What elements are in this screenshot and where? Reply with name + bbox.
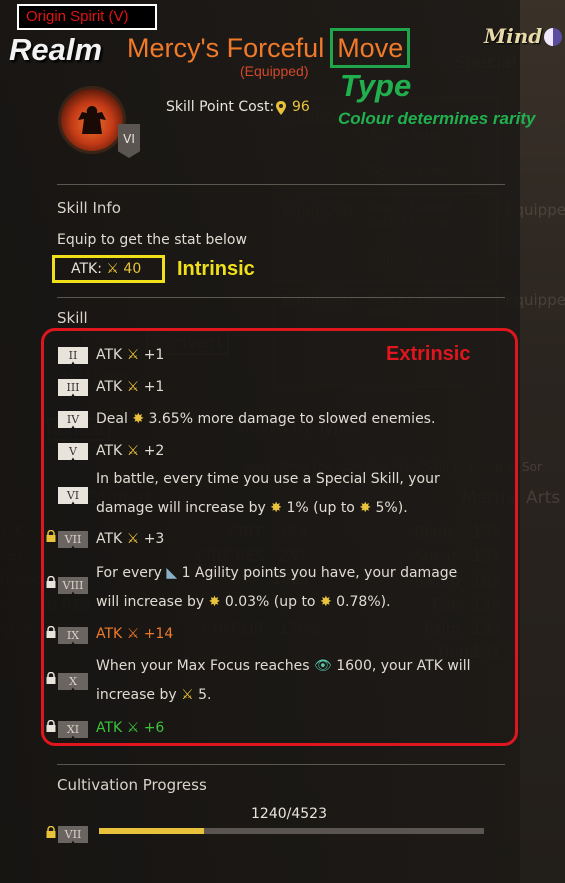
effect-stat: ATK <box>96 347 123 363</box>
effect-stat: ATK <box>96 443 123 459</box>
eye-icon: 👁 <box>313 658 332 674</box>
divider <box>57 297 505 298</box>
lock-icon <box>46 530 56 542</box>
crossed-swords-icon: ⚔ <box>126 379 140 395</box>
effect-text: damage will increase by <box>96 500 266 516</box>
effect-text: 5. <box>198 687 212 703</box>
rarity-annotation: Colour determines rarity <box>338 109 536 128</box>
skill-section-title: Skill <box>57 309 88 327</box>
skill-name: Mercy's Forceful <box>127 33 325 63</box>
effect-stat: ATK <box>96 626 123 642</box>
effect-text: 1% (up to <box>286 500 355 516</box>
atk-label: ATK: <box>71 261 102 277</box>
effect-stat: ATK <box>96 531 123 547</box>
skill-title: Mercy's Forceful Move <box>127 28 411 68</box>
effect-stat: ATK <box>96 720 123 736</box>
burst-icon: ✸ <box>132 411 145 427</box>
effect-text: In battle, every time you use a Special … <box>96 471 440 487</box>
lock-icon <box>46 576 56 588</box>
atk-value: 40 <box>123 261 142 277</box>
skill-type: Move <box>330 28 411 68</box>
crossed-swords-icon: ⚔ <box>126 443 140 459</box>
skill-emblem-icon[interactable] <box>58 86 126 154</box>
lock-icon <box>46 626 56 638</box>
divider <box>57 764 505 765</box>
effect-text: 0.03% (up to <box>224 594 316 610</box>
skill-effect-row: ATK ⚔ +14 <box>96 620 496 649</box>
skill-effect-row: ATK ⚔ +6 <box>96 714 496 743</box>
crossed-swords-icon: ⚔ <box>126 531 140 547</box>
skill-effect-row: ATK ⚔ +1 <box>96 373 496 402</box>
effect-text: For every <box>96 565 162 581</box>
intrinsic-annotation: Intrinsic <box>177 258 255 280</box>
skill-rank-tab: VI <box>118 124 140 158</box>
lock-icon <box>46 672 56 684</box>
equip-hint: Equip to get the stat below <box>57 232 247 248</box>
effect-text: Deal <box>96 411 128 427</box>
mind-logo: Mind <box>484 24 563 48</box>
skill-effect-row: In battle, every time you use a Special … <box>96 465 496 523</box>
effect-line-2: damage will increase by ✸ 1% (up to ✸ 5%… <box>96 494 496 523</box>
origin-spirit-tag: Origin Spirit (V) <box>17 4 157 30</box>
type-annotation: Type <box>340 68 412 103</box>
cultivation-progress-bar <box>99 828 484 834</box>
effect-text: increase by <box>96 687 177 703</box>
effect-value: +2 <box>143 443 165 459</box>
effect-text: When your Max Focus reaches <box>96 658 310 674</box>
effect-line-1: When your Max Focus reaches 👁 1600, your… <box>96 652 496 681</box>
intrinsic-atk-stat: ATK: ⚔ 40 <box>52 255 165 283</box>
logo-text: Mind <box>484 24 543 48</box>
effect-line-2: will increase by ✸ 0.03% (up to ✸ 0.78%)… <box>96 588 496 617</box>
effect-line-2: increase by ⚔ 5. <box>96 681 496 710</box>
lock-icon <box>46 826 56 838</box>
cultivation-progress-fill <box>99 828 205 834</box>
effect-text: 3.65% more damage to slowed enemies. <box>148 411 436 427</box>
lock-icon <box>46 720 56 732</box>
effect-text: will increase by <box>96 594 205 610</box>
figure-silhouette-icon <box>78 106 106 134</box>
effect-value: +3 <box>143 531 165 547</box>
effect-text: 5%). <box>375 500 408 516</box>
yin-yang-icon <box>544 28 563 46</box>
crossed-swords-icon: ⚔ <box>126 626 140 642</box>
burst-icon: ✸ <box>208 594 221 610</box>
cultivation-title: Cultivation Progress <box>57 776 207 794</box>
skill-effect-row: When your Max Focus reaches 👁 1600, your… <box>96 652 496 710</box>
skill-info-title: Skill Info <box>57 199 121 217</box>
divider <box>57 184 505 185</box>
equipped-status: (Equipped) <box>240 63 309 79</box>
realm-annotation: Realm <box>9 32 103 67</box>
crossed-swords-icon: ⚔ <box>126 720 140 736</box>
effect-text: 1600, your ATK will <box>336 658 471 674</box>
skill-point-icon <box>276 101 286 115</box>
skill-effect-row: For every ◣ 1 Agility points you have, y… <box>96 559 496 617</box>
skill-effect-row: Deal ✸ 3.65% more damage to slowed enemi… <box>96 405 496 434</box>
burst-icon: ✸ <box>319 594 332 610</box>
crossed-swords-icon: ⚔ <box>126 347 140 363</box>
effect-value: +14 <box>143 626 174 642</box>
skill-point-cost-label: Skill Point Cost: <box>166 99 275 115</box>
effect-line-1: For every ◣ 1 Agility points you have, y… <box>96 559 496 588</box>
effect-stat: ATK <box>96 379 123 395</box>
cultivation-progress-text: 1240/4523 <box>251 806 327 822</box>
effect-value: +1 <box>143 379 165 395</box>
crossed-swords-icon: ⚔ <box>181 687 194 703</box>
skill-effect-row: ATK ⚔ +2 <box>96 437 496 466</box>
crossed-swords-icon: ⚔ <box>106 261 119 277</box>
effect-text: 1 Agility points you have, your damage <box>181 565 458 581</box>
effect-value: +6 <box>143 720 165 736</box>
skill-point-cost-value: 96 <box>292 99 310 115</box>
burst-icon: ✸ <box>270 500 283 516</box>
skill-effect-row: ATK ⚔ +1 <box>96 341 496 370</box>
effect-text: 0.78%). <box>336 594 391 610</box>
burst-icon: ✸ <box>359 500 372 516</box>
agility-icon: ◣ <box>166 565 178 581</box>
skill-effect-row: ATK ⚔ +3 <box>96 525 496 554</box>
effect-value: +1 <box>143 347 165 363</box>
